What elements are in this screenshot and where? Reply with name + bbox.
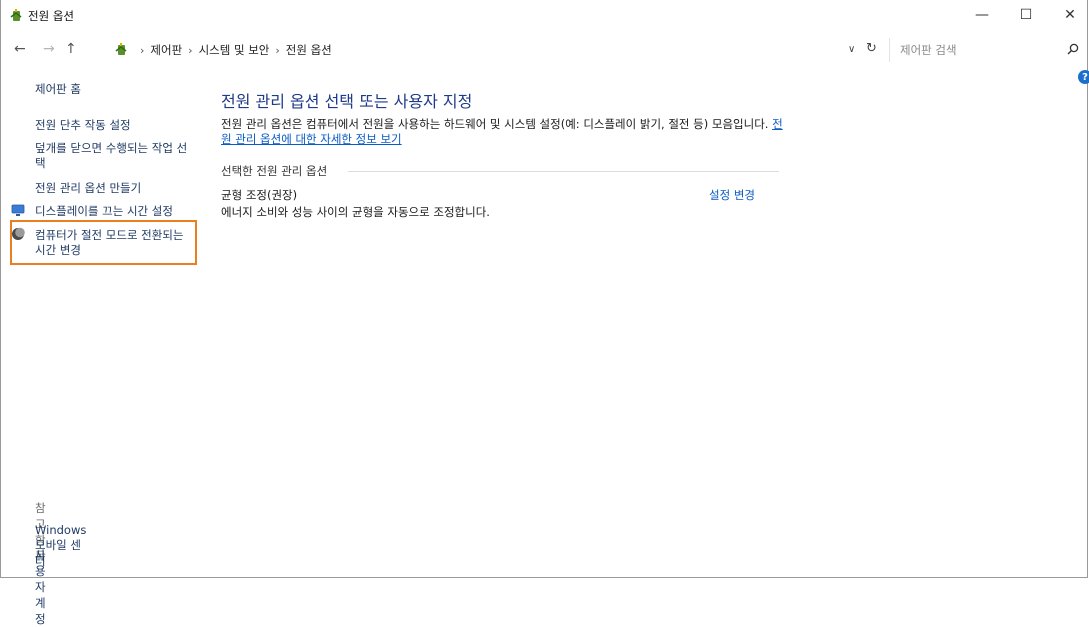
up-arrow-icon[interactable]: ↑ [65,41,77,57]
display-icon [11,204,25,216]
description-text: 전원 관리 옵션은 컴퓨터에서 전원을 사용하는 하드웨어 및 시스템 설정(예… [221,117,769,131]
sidebar-item-display-off[interactable]: 디스플레이를 끄는 시간 설정 [35,204,173,219]
section-divider [348,171,779,172]
close-icon: ✕ [1064,7,1076,23]
highlight-box [10,220,197,265]
page-description: 전원 관리 옵션은 컴퓨터에서 전원을 사용하는 하드웨어 및 시스템 설정(예… [221,117,791,147]
plan-description: 에너지 소비와 성능 사이의 균형을 자동으로 조정합니다. [221,205,490,219]
navigation-bar: ← → ↑ › 제어판 › 시스템 및 보안 › 전원 옵션 ∨ ↻ 제어판 검… [0,36,1089,64]
see-also-user-accounts[interactable]: 사용자 계정 [35,547,46,627]
search-input[interactable]: 제어판 검색 [889,38,1085,62]
plan-name: 균형 조정(권장) [221,188,298,202]
maximize-button[interactable]: ☐ [1004,0,1048,30]
address-bar[interactable]: › 제어판 › 시스템 및 보안 › 전원 옵션 [86,38,858,62]
power-options-icon [115,43,127,55]
refresh-icon[interactable]: ↻ [866,41,877,56]
sidebar-item-create-plan[interactable]: 전원 관리 옵션 만들기 [35,181,141,196]
chevron-down-icon[interactable]: ∨ [848,44,855,55]
sidebar-item-control-panel-home[interactable]: 제어판 홈 [35,82,81,97]
section-heading: 선택한 전원 관리 옵션 [221,164,328,178]
minimize-icon: — [975,7,989,23]
back-arrow-icon[interactable]: ← [14,41,26,57]
help-icon[interactable]: ? [1078,70,1089,84]
title-bar: 전원 옵션 — ☐ ✕ [0,0,1089,30]
chevron-right-icon: › [140,43,145,57]
maximize-icon: ☐ [1019,7,1033,23]
change-plan-settings-link[interactable]: 설정 변경 [709,187,755,203]
chevron-right-icon: › [188,43,193,57]
minimize-button[interactable]: — [960,0,1004,30]
search-placeholder: 제어판 검색 [900,43,957,57]
breadcrumb-system-security[interactable]: 시스템 및 보안 [199,42,270,58]
chevron-right-icon: › [275,43,280,57]
breadcrumb-power-options[interactable]: 전원 옵션 [286,42,332,58]
window-title: 전원 옵션 [28,9,74,23]
power-options-icon [10,9,22,21]
close-button[interactable]: ✕ [1048,0,1089,30]
page-title: 전원 관리 옵션 선택 또는 사용자 지정 [221,92,473,111]
breadcrumb-control-panel[interactable]: 제어판 [150,42,182,58]
sidebar-item-power-button[interactable]: 전원 단추 작동 설정 [35,118,131,133]
sidebar-item-lid-close[interactable]: 덮개를 닫으면 수행되는 작업 선택 [35,141,195,171]
forward-arrow-icon[interactable]: → [43,41,55,57]
search-icon[interactable] [1067,43,1079,55]
window-frame [0,0,1088,578]
